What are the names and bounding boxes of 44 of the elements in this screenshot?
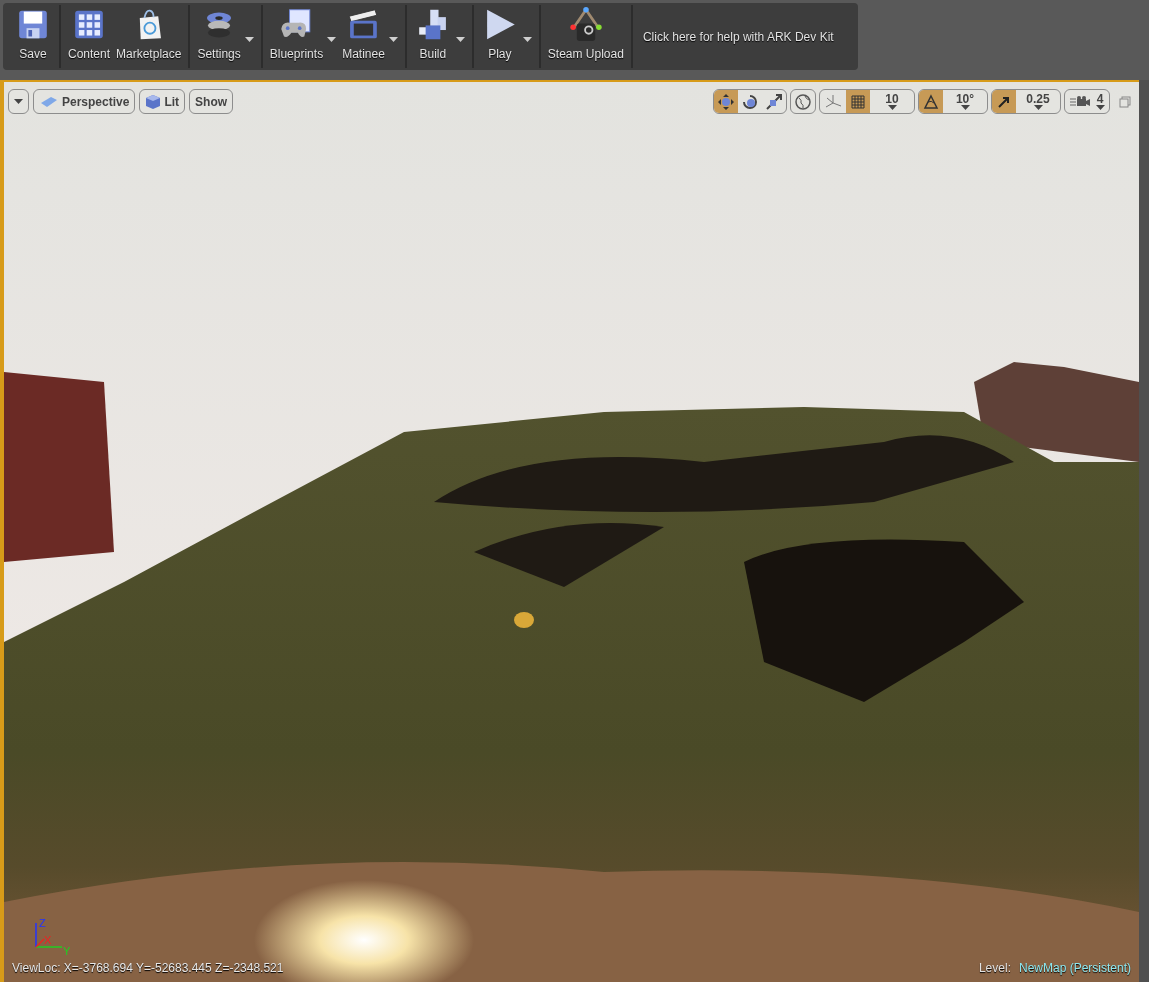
level-label: Level:	[978, 960, 1011, 977]
lit-button[interactable]: Lit	[139, 89, 186, 114]
scale-arrows-icon	[765, 92, 783, 111]
caret-icon	[522, 37, 532, 42]
diagonal-arrow-icon	[997, 94, 1011, 109]
toolbar-button[interactable]: Steam Upload	[544, 5, 627, 68]
grid-icon	[851, 94, 865, 109]
toolbar-button[interactable]: Blueprints	[266, 5, 340, 68]
caret-icon	[388, 37, 398, 42]
toolbar-button[interactable]: Content	[65, 5, 114, 68]
move-arrows-icon	[717, 92, 735, 111]
camera-plane-icon	[39, 95, 59, 108]
translate-tool-button[interactable]	[714, 90, 738, 113]
show-button[interactable]: Show	[189, 89, 234, 114]
caret-icon	[887, 105, 897, 110]
view-location-text: ViewLoc: X=-3768.694 Y=-52683.445 Z=-2348.521	[12, 960, 284, 977]
caret-icon	[960, 105, 970, 110]
cube-icon	[145, 93, 162, 110]
toolbar-button[interactable]: Marketplace	[113, 5, 185, 68]
perspective-button[interactable]: Perspective	[33, 89, 136, 114]
globe-icon	[794, 92, 812, 111]
caret-icon	[244, 37, 254, 42]
camera-icon	[1069, 94, 1090, 109]
toolbar-button[interactable]: Matinee	[339, 5, 401, 68]
toolbar-button[interactable]: Settings	[194, 5, 257, 68]
scale-snap-toggle[interactable]	[992, 90, 1016, 113]
angle-icon	[923, 93, 939, 110]
viewport-menu-button[interactable]	[8, 89, 29, 114]
help-link[interactable]: Click here for help with ARK Dev Kit	[632, 27, 834, 46]
rotation-snap-toggle[interactable]	[919, 90, 943, 113]
caret-icon	[14, 99, 23, 104]
axis-gizmo-drawing: Z X Y	[28, 917, 76, 957]
rotate-icon	[741, 92, 759, 111]
toolbar-button[interactable]: Play	[477, 5, 535, 68]
toolbar-button[interactable]: Save	[11, 5, 55, 68]
caret-icon	[1095, 105, 1105, 110]
level-name: NewMap (Persistent)	[1018, 960, 1131, 977]
grid-snap-toggle[interactable]	[846, 90, 870, 113]
camera-speed-dropdown[interactable]: 4	[1065, 90, 1109, 113]
restore-icon	[1119, 96, 1131, 109]
caret-icon	[455, 37, 465, 42]
toolbar-button[interactable]: Build	[410, 5, 468, 68]
caret-icon	[1033, 105, 1043, 110]
caret-icon	[327, 37, 337, 42]
